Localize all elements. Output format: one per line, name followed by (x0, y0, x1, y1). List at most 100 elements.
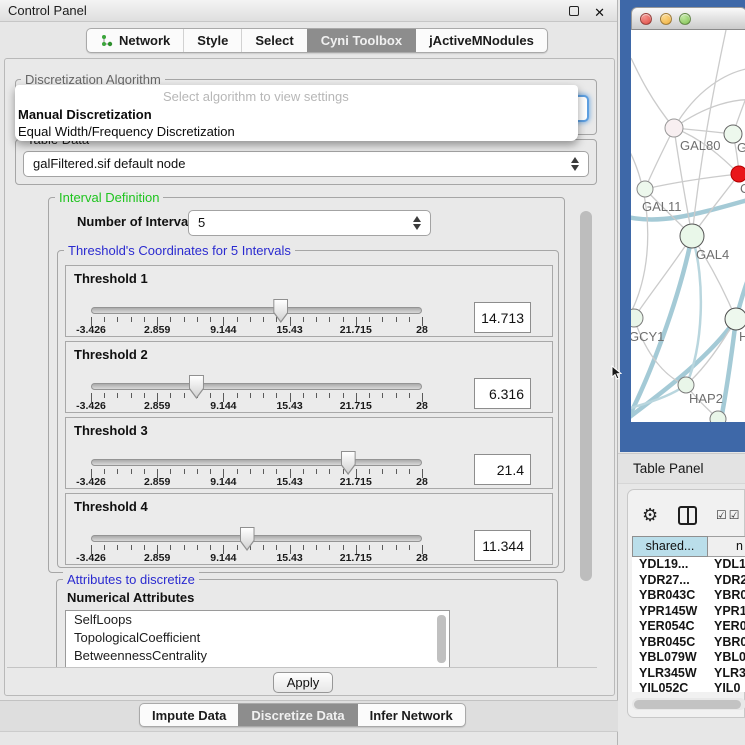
gear-icon[interactable]: ⚙ (642, 505, 658, 526)
table-horizontal-scrollbar[interactable] (632, 698, 745, 710)
tab-label: Infer Network (370, 708, 453, 723)
column-header-name[interactable]: n (708, 536, 745, 557)
table-row[interactable]: YPR145W YPR1 (632, 604, 745, 620)
attribute-list-item[interactable]: SelfLoops (66, 611, 449, 629)
node-label: GA (737, 140, 745, 155)
tab-impute-data[interactable]: Impute Data (140, 704, 238, 726)
maximize-traffic-light-icon[interactable] (679, 13, 691, 25)
content-vertical-scrollbar[interactable] (580, 211, 592, 581)
attributes-group: Attributes to discretize Numerical Attri… (56, 579, 558, 667)
cell-shared-name: YER054C (639, 619, 695, 635)
tab-discretize-data[interactable]: Discretize Data (238, 704, 356, 726)
network-node-c[interactable] (731, 166, 745, 182)
thresholds-group: Threshold's Coordinates for 5 Intervals … (57, 250, 559, 568)
numerical-attributes-list[interactable]: SelfLoopsTopologicalCoefficientBetweenne… (65, 610, 450, 667)
network-node-gal80[interactable] (665, 119, 683, 137)
columns-icon[interactable] (678, 506, 697, 525)
dropdown-option-manual[interactable]: Manual Discretization (15, 106, 578, 124)
table-data-value: galFiltered.sif default node (33, 156, 185, 171)
cell-shared-name: YIL052C (639, 681, 688, 692)
table-row[interactable]: YER054CYER0 (632, 619, 745, 635)
network-window-titlebar[interactable] (631, 7, 745, 30)
network-node-gal11[interactable] (637, 181, 653, 197)
number-of-intervals-combobox[interactable]: 5 (188, 210, 431, 236)
cyni-bottom-tab-bar: Impute DataDiscretize Data Infer Network (139, 703, 466, 727)
tab-infer-network[interactable]: Infer Network (357, 704, 465, 726)
float-window-icon[interactable] (569, 6, 579, 16)
table-body[interactable]: YDL19...YDL1YDR27...YDR2YBR043CYBR0YPR14… (632, 557, 745, 692)
tab-cyni-toolbox[interactable]: Cyni Toolbox (307, 29, 415, 52)
select-columns-checkboxes-icon[interactable]: ☑☑ (716, 508, 742, 522)
algorithm-dropdown-popup: Select algorithm to view settings Manual… (15, 85, 578, 141)
table-row[interactable]: YBR045C YBR0 (632, 635, 745, 651)
close-icon[interactable]: ✕ (594, 2, 605, 23)
tab-jactivemnodules[interactable]: jActiveMNodules (415, 29, 547, 52)
network-node-gcy1[interactable] (631, 309, 643, 327)
threshold-value-input[interactable] (474, 454, 531, 485)
cell-name: YDR2 (714, 573, 745, 589)
table-header-row: shared... n (632, 536, 745, 557)
network-view-frame[interactable]: GAL80GACGAL11GAL4GCY1HHAP2 (620, 0, 745, 452)
threshold-panel-4: Threshold 4-3.4262.8599.14415.4321.71528 (65, 493, 553, 565)
tab-style[interactable]: Style (183, 29, 241, 52)
table-row[interactable]: YDL19... YDL1 (632, 557, 745, 573)
node-label: GAL80 (680, 138, 720, 153)
right-column: GAL80GACGAL11GAL4GCY1HHAP2 Table Panel ⚙… (618, 0, 745, 745)
attribute-list-item[interactable]: TopologicalCoefficient (66, 629, 449, 647)
dropdown-option-equal-width[interactable]: Equal Width/Frequency Discretization (15, 123, 578, 141)
cell-name: YBL0 (714, 650, 745, 666)
cell-name: YBR0 (714, 588, 745, 604)
table-panel-header: Table Panel (618, 453, 745, 484)
network-edge[interactable] (631, 58, 674, 128)
apply-button[interactable]: Apply (273, 672, 333, 693)
node-label: C (740, 181, 745, 196)
network-canvas[interactable]: GAL80GACGAL11GAL4GCY1HHAP2 (631, 30, 745, 422)
cell-name: YPR1 (714, 604, 745, 620)
minimize-traffic-light-icon[interactable] (660, 13, 672, 25)
combo-arrows-icon (571, 156, 580, 172)
cell-name: YLR3 (714, 666, 745, 682)
network-node[interactable] (710, 411, 726, 422)
network-edge[interactable] (645, 128, 674, 189)
content-footer-divider (7, 667, 597, 668)
table-row[interactable]: YBR043C YBR0 (632, 588, 745, 604)
cyni-toolbox-content: Discretization Algorithm Select algorith… (4, 58, 615, 696)
table-row[interactable]: YIL052CYIL0 (632, 681, 745, 692)
network-node-h[interactable] (725, 308, 745, 330)
network-edge[interactable] (645, 174, 739, 189)
tab-label: jActiveMNodules (429, 33, 534, 48)
table-row[interactable]: YBL079WYBL0 (632, 650, 745, 666)
numerical-attributes-label: Numerical Attributes (67, 590, 194, 605)
cell-shared-name: YBR045C (639, 635, 695, 651)
attributes-list-scrollbar[interactable] (437, 615, 446, 663)
number-of-intervals-value: 5 (198, 215, 205, 230)
tab-select[interactable]: Select (241, 29, 306, 52)
network-edge[interactable] (631, 140, 648, 325)
threshold-value-input[interactable] (474, 530, 531, 561)
table-data-combobox[interactable]: galFiltered.sif default node (23, 151, 589, 177)
node-label: GAL4 (696, 247, 729, 262)
network-node-gal4[interactable] (680, 224, 704, 248)
network-icon (100, 34, 113, 47)
threshold-value-input[interactable] (474, 378, 531, 409)
cell-name: YDL1 (714, 557, 745, 573)
threshold-value-input[interactable] (474, 302, 531, 333)
window-title: Control Panel (8, 3, 87, 18)
cell-shared-name: YBR043C (639, 588, 695, 604)
threshold-panel-2: Threshold 2-3.4262.8599.14415.4321.71528 (65, 341, 553, 413)
control-panel-window: Control Panel ✕ NetworkStyle Select Cyni T… (0, 0, 618, 745)
dropdown-placeholder-option: Select algorithm to view settings (15, 88, 578, 106)
cell-name: YBR0 (714, 635, 745, 651)
network-edge[interactable] (674, 68, 745, 128)
node-label: HAP2 (689, 391, 723, 406)
table-row[interactable]: YDR27...YDR2 (632, 573, 745, 589)
cell-shared-name: YDL19... (639, 557, 688, 573)
attribute-list-item[interactable]: BetweennessCentrality (66, 647, 449, 665)
cell-shared-name: YPR145W (639, 604, 697, 620)
tab-label: Select (255, 33, 293, 48)
tab-network[interactable]: Network (87, 29, 183, 52)
hscroll-thumb[interactable] (634, 700, 741, 709)
column-header-shared-name[interactable]: shared... (632, 536, 708, 557)
close-traffic-light-icon[interactable] (640, 13, 652, 25)
table-row[interactable]: YLR345WYLR3 (632, 666, 745, 682)
